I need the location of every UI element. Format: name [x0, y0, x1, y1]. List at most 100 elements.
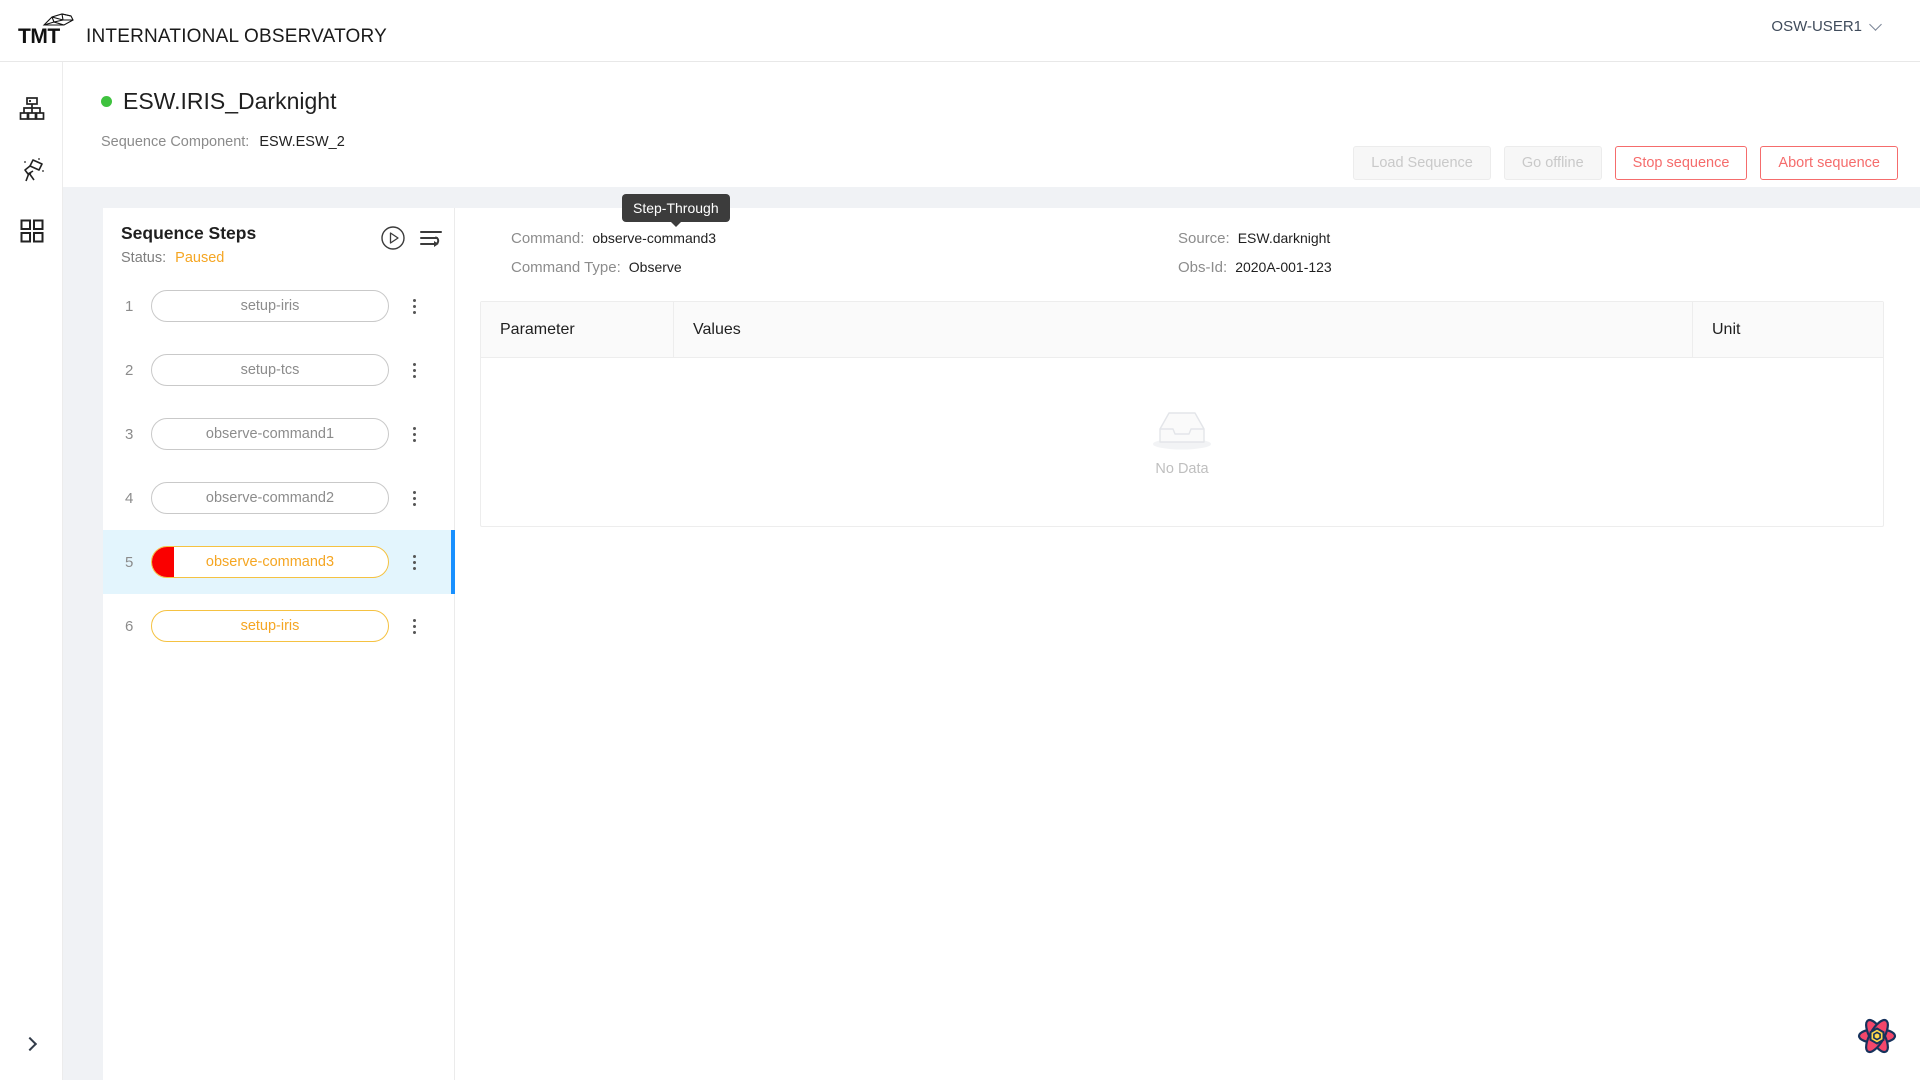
- page-title: ESW.IRIS_Darknight: [123, 88, 337, 114]
- command-meta-left: Command: observe-command3 Command Type: …: [511, 230, 716, 276]
- body-area: Sequence Steps Status: Paused Step-Throu…: [63, 187, 1920, 1080]
- sequence-steps-header: Sequence Steps Status: Paused Step-Throu…: [103, 194, 730, 274]
- header-action-buttons: Load Sequence Go offline Stop sequence A…: [1353, 146, 1898, 180]
- step-through-button[interactable]: [418, 226, 444, 250]
- obsid-value: 2020A-001-123: [1235, 259, 1332, 275]
- telescope-icon: [23, 158, 44, 182]
- sequence-steps-panel: Sequence Steps Status: Paused Step-Throu…: [103, 194, 730, 1080]
- step-number: 4: [125, 489, 134, 507]
- step-menu-button[interactable]: [399, 355, 429, 385]
- step-row[interactable]: 3 observe-command1: [103, 402, 455, 466]
- step-row-active[interactable]: 5 observe-command3: [103, 530, 455, 594]
- user-menu[interactable]: OSW-USER1: [1771, 17, 1882, 35]
- step-label: setup-iris: [240, 298, 300, 314]
- sequence-status-value: Paused: [175, 250, 225, 266]
- sequence-title-row: ESW.IRIS_Darknight: [101, 88, 336, 115]
- expand-sidebar-button[interactable]: [0, 1026, 63, 1062]
- step-label: observe-command3: [205, 554, 335, 570]
- content-wrapper: Sequence Steps Status: Paused Step-Throu…: [103, 194, 1920, 1080]
- sequence-component-label: Sequence Component:: [101, 134, 250, 150]
- step-number: 5: [125, 553, 134, 571]
- react-query-logo: [1857, 1018, 1897, 1054]
- sidebar-item-hierarchy[interactable]: [0, 84, 63, 134]
- brand-abbr: TMT: [18, 24, 60, 48]
- step-row[interactable]: 2 setup-tcs: [103, 338, 455, 402]
- source-value: ESW.darknight: [1237, 230, 1331, 246]
- status-dot-icon: [101, 96, 112, 107]
- grid-apps-icon: [20, 219, 43, 243]
- load-sequence-button[interactable]: Load Sequence: [1353, 146, 1491, 180]
- left-rail: [0, 62, 63, 1080]
- page-header: ESW.IRIS_Darknight Sequence Component: E…: [63, 62, 1920, 187]
- sequence-component: Sequence Component: ESW.ESW_2: [101, 134, 345, 150]
- obsid-label: Obs-Id:: [1178, 259, 1228, 276]
- step-number: 6: [125, 617, 134, 635]
- sidebar-item-apps[interactable]: [0, 206, 63, 256]
- command-type-row: Command Type: Observe: [511, 259, 716, 276]
- parameters-table: Parameter Values Unit No Data: [480, 301, 1884, 527]
- sequence-status-label: Status:: [121, 250, 167, 266]
- step-menu-button[interactable]: [399, 547, 429, 577]
- step-row[interactable]: 1 setup-iris: [103, 274, 455, 338]
- table-header-row: Parameter Values Unit: [481, 302, 1883, 358]
- go-offline-button[interactable]: Go offline: [1503, 146, 1602, 180]
- column-header-parameter: Parameter: [481, 302, 674, 357]
- command-meta-right: Source: ESW.darknight Obs-Id: 2020A-001-…: [1178, 230, 1332, 276]
- step-label: setup-tcs: [240, 362, 300, 378]
- hierarchy-icon: [19, 97, 44, 120]
- column-header-values: Values: [674, 302, 1693, 357]
- brand-name: INTERNATIONAL OBSERVATORY: [86, 25, 387, 47]
- command-detail-panel: Command: observe-command3 Command Type: …: [455, 208, 1920, 1080]
- step-label: observe-command2: [205, 490, 335, 506]
- user-name: OSW-USER1: [1771, 18, 1862, 35]
- command-label: Command:: [511, 230, 585, 247]
- abort-sequence-button[interactable]: Abort sequence: [1760, 146, 1898, 180]
- step-row[interactable]: 4 observe-command2: [103, 466, 455, 530]
- brand-logo: TMT INTERNATIONAL OBSERVATORY: [18, 11, 387, 51]
- step-label: observe-command1: [205, 426, 335, 442]
- obsid-row: Obs-Id: 2020A-001-123: [1178, 259, 1332, 276]
- play-circle-icon: [381, 226, 405, 250]
- play-button[interactable]: [380, 225, 406, 251]
- step-number: 3: [125, 425, 134, 443]
- step-through-icon: [420, 231, 442, 247]
- command-value: observe-command3: [592, 230, 717, 246]
- empty-box-icon: [1153, 411, 1211, 449]
- chevron-right-icon: [22, 1036, 38, 1052]
- chevron-down-icon: [1869, 17, 1882, 31]
- command-type-label: Command Type:: [511, 259, 621, 276]
- sequence-steps-list: 1 setup-iris 2 setup-tcs 3 observe-comma…: [103, 274, 455, 658]
- command-type-value: Observe: [628, 259, 682, 275]
- step-menu-button[interactable]: [399, 419, 429, 449]
- step-row[interactable]: 6 setup-iris: [103, 594, 455, 658]
- step-pill[interactable]: setup-tcs: [151, 354, 389, 386]
- step-menu-button[interactable]: [399, 483, 429, 513]
- step-menu-button[interactable]: [399, 291, 429, 321]
- step-pill[interactable]: observe-command3: [151, 546, 389, 578]
- step-progress-indicator: [152, 547, 174, 577]
- top-bar: TMT INTERNATIONAL OBSERVATORY OSW-USER1: [0, 0, 1920, 62]
- sequence-status: Status: Paused: [121, 250, 454, 266]
- command-meta: Command: observe-command3 Command Type: …: [483, 230, 1880, 296]
- step-pill[interactable]: setup-iris: [151, 610, 389, 642]
- step-number: 2: [125, 361, 134, 379]
- source-label: Source:: [1178, 230, 1230, 247]
- step-through-tooltip: Step-Through: [622, 194, 730, 227]
- column-header-unit: Unit: [1712, 320, 1741, 338]
- no-data-text: No Data: [1155, 460, 1209, 477]
- step-pill[interactable]: setup-iris: [151, 290, 389, 322]
- command-row: Command: observe-command3: [511, 230, 716, 247]
- table-empty-state: No Data: [481, 358, 1883, 526]
- step-number: 1: [125, 297, 134, 315]
- react-query-devtools-button[interactable]: [1856, 1015, 1898, 1062]
- source-row: Source: ESW.darknight: [1178, 230, 1332, 247]
- step-pill[interactable]: observe-command2: [151, 482, 389, 514]
- step-label: setup-iris: [240, 618, 300, 634]
- sidebar-item-observe[interactable]: [0, 144, 63, 194]
- sequence-component-value: ESW.ESW_2: [259, 134, 345, 150]
- sequence-steps-actions: Step-Through: [380, 194, 730, 251]
- step-menu-button[interactable]: [399, 611, 429, 641]
- step-pill[interactable]: observe-command1: [151, 418, 389, 450]
- tmt-logo-mark: TMT: [18, 11, 92, 51]
- stop-sequence-button[interactable]: Stop sequence: [1614, 146, 1748, 180]
